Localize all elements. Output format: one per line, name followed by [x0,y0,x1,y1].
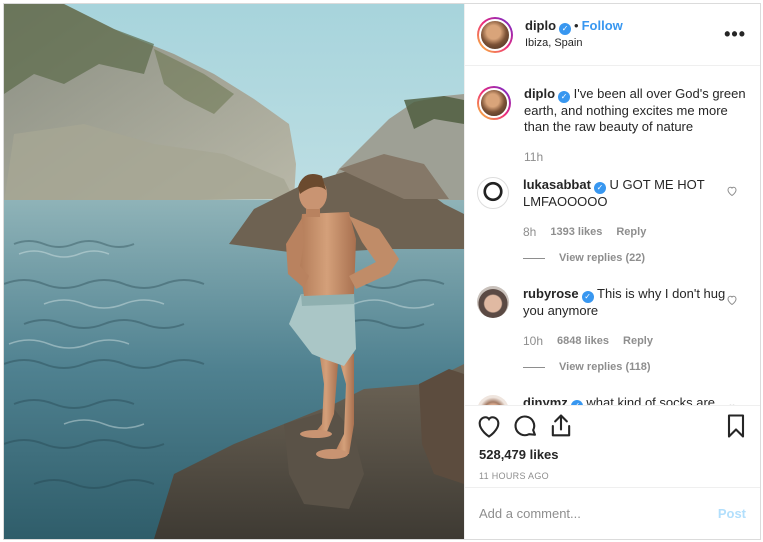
comment-body: djnymz✓ what kind of socks are those? [523,395,746,405]
caption-body: diplo ✓ I've been all over God's green ea… [524,86,746,165]
comment-icon[interactable] [511,412,539,440]
comment-time[interactable]: 10h [523,333,543,349]
post-timestamp[interactable]: 11 HOURS AGO [465,465,760,487]
commenter-avatar[interactable] [477,286,509,318]
verified-icon: ✓ [558,91,571,103]
post-comment-button[interactable]: Post [718,506,746,521]
verified-icon: ✓ [559,23,572,35]
view-replies-label: View replies (22) [559,252,646,264]
comment-username[interactable]: djnymz [523,395,568,405]
photo-scene [4,4,464,539]
comment-likes[interactable]: 1393 likes [550,224,602,240]
comment-body: rubyrose ✓ This is why I don't hug you an… [523,286,746,375]
comment-username[interactable]: lukasabbat [523,177,591,192]
comment-item: lukasabbat ✓ U GOT ME HOT LMFAOOOOO 8h 13… [477,177,746,266]
view-replies-label: View replies (118) [559,361,651,373]
follow-button[interactable]: Follow [582,18,623,33]
commenter-avatar[interactable] [477,177,509,209]
comment-item: rubyrose ✓ This is why I don't hug you an… [477,286,746,375]
view-replies-button[interactable]: View replies (22) [523,250,746,266]
bookmark-icon[interactable] [722,412,750,440]
comment-item: djnymz✓ what kind of socks are those? [477,395,746,405]
author-avatar[interactable] [477,16,513,53]
more-options-icon[interactable]: ••• [724,24,746,45]
likes-count[interactable]: 528,479 likes [465,445,760,465]
comment-heart-icon[interactable] [726,185,738,197]
add-comment-bar: Post [465,487,760,539]
replies-divider [523,257,545,259]
comment-input[interactable] [479,506,718,521]
caption-avatar[interactable] [477,86,511,120]
share-icon[interactable] [547,412,575,440]
comment-time[interactable]: 8h [523,224,536,240]
comment-likes[interactable]: 6848 likes [557,333,609,349]
verified-icon: ✓ [581,291,594,303]
verified-icon: ✓ [570,400,583,405]
reply-button[interactable]: Reply [623,333,653,349]
comment-heart-icon[interactable] [726,294,738,306]
verified-icon: ✓ [593,182,606,194]
caption-text: I've been all over God's green earth, an… [524,86,746,134]
post-photo[interactable] [4,4,464,539]
commenter-avatar[interactable] [477,395,509,405]
view-replies-button[interactable]: View replies (118) [523,359,746,375]
post-side-panel: diplo ✓ • Follow Ibiza, Spain ••• diplo ✓ I'… [464,4,760,539]
instagram-post: diplo ✓ • Follow Ibiza, Spain ••• diplo ✓ I'… [3,3,761,540]
author-info: diplo ✓ • Follow Ibiza, Spain [525,18,724,51]
separator-dot: • [574,18,579,33]
post-location[interactable]: Ibiza, Spain [525,35,724,51]
post-actions [465,405,760,445]
comment-meta: 8h 1393 likes Reply [523,224,746,240]
caption-meta: 11h [524,149,746,165]
post-header: diplo ✓ • Follow Ibiza, Spain ••• [465,4,760,66]
heart-icon[interactable] [475,412,503,440]
caption-username[interactable]: diplo [524,86,555,101]
reply-button[interactable]: Reply [616,224,646,240]
comment-username[interactable]: rubyrose [523,286,579,301]
caption: diplo ✓ I've been all over God's green ea… [477,86,746,165]
comment-heart-icon[interactable] [726,403,738,405]
replies-divider [523,366,545,368]
comment-body: lukasabbat ✓ U GOT ME HOT LMFAOOOOO 8h 13… [523,177,746,266]
caption-time[interactable]: 11h [524,149,543,165]
author-username[interactable]: diplo [525,18,556,33]
comments-list[interactable]: diplo ✓ I've been all over God's green ea… [465,66,760,405]
comment-meta: 10h 6848 likes Reply [523,333,746,349]
